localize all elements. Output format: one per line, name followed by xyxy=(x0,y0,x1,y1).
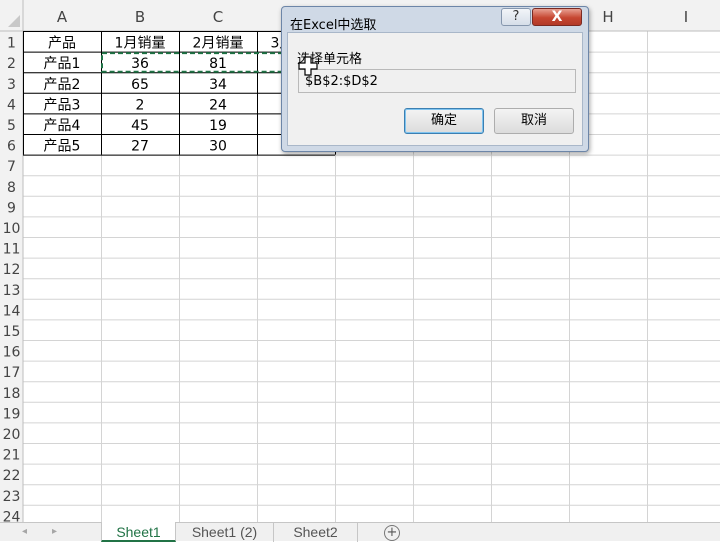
row-header-2[interactable]: 2 xyxy=(7,56,16,72)
row-header-22[interactable]: 22 xyxy=(3,468,21,484)
column-header-h[interactable]: H xyxy=(602,8,613,26)
row-header-19[interactable]: 19 xyxy=(3,406,21,422)
row-header-15[interactable]: 15 xyxy=(3,324,21,340)
dialog-title: 在Excel中选取 xyxy=(290,18,377,33)
table-cell[interactable]: 产品3 xyxy=(44,97,81,113)
header-cell[interactable]: 2月销量 xyxy=(193,36,244,52)
row-header-20[interactable]: 20 xyxy=(3,427,21,443)
close-button[interactable]: X xyxy=(532,8,582,26)
scroll-right-icon[interactable]: ▸ xyxy=(52,526,57,537)
row-header-17[interactable]: 17 xyxy=(3,365,21,381)
sheet-tab-bar: ◂ ▸ Sheet1 Sheet1 (2) Sheet2 + xyxy=(0,522,720,542)
table-cell[interactable]: 产品5 xyxy=(44,139,81,155)
row-header-11[interactable]: 11 xyxy=(3,242,21,258)
add-sheet-button[interactable]: + xyxy=(384,525,400,541)
row-header-6[interactable]: 6 xyxy=(7,139,16,155)
table-cell[interactable]: 81 xyxy=(209,56,227,72)
table-cell[interactable]: 产品1 xyxy=(44,56,81,72)
column-header-i[interactable]: I xyxy=(684,8,688,26)
row-header-10[interactable]: 10 xyxy=(3,221,21,237)
row-header-7[interactable]: 7 xyxy=(7,159,16,175)
table-cell[interactable]: 30 xyxy=(209,139,227,155)
ok-button[interactable]: 确定 xyxy=(404,108,484,134)
row-header-1[interactable]: 1 xyxy=(7,36,16,52)
table-cell[interactable]: 34 xyxy=(209,77,227,93)
header-cell[interactable]: 1月销量 xyxy=(115,36,166,52)
column-header-b[interactable]: B xyxy=(135,8,145,26)
row-header-16[interactable]: 16 xyxy=(3,345,21,361)
row-header-14[interactable]: 14 xyxy=(3,303,21,319)
row-header-8[interactable]: 8 xyxy=(7,180,16,196)
row-header-3[interactable]: 3 xyxy=(7,77,16,93)
tab-sheet1-2[interactable]: Sheet1 (2) xyxy=(176,522,274,542)
range-reference-input[interactable]: $B$2:$D$2 xyxy=(298,69,576,93)
table-cell[interactable]: 24 xyxy=(209,97,227,113)
row-header-18[interactable]: 18 xyxy=(3,386,21,402)
dialog-body: 选择单元格 $B$2:$D$2 确定 取消 xyxy=(287,32,583,146)
table-cell[interactable]: 45 xyxy=(131,118,149,134)
row-header-23[interactable]: 23 xyxy=(3,489,21,505)
select-range-dialog: 在Excel中选取 ? X 选择单元格 $B$2:$D$2 确定 取消 xyxy=(281,6,589,152)
tab-sheet2[interactable]: Sheet2 xyxy=(274,522,358,542)
row-header-5[interactable]: 5 xyxy=(7,118,16,134)
row-header-24[interactable]: 24 xyxy=(3,509,21,522)
table-cell[interactable]: 36 xyxy=(131,56,149,72)
table-cell[interactable]: 19 xyxy=(209,118,227,134)
table-cell[interactable]: 27 xyxy=(131,139,149,155)
cancel-button[interactable]: 取消 xyxy=(494,108,574,134)
row-header-21[interactable]: 21 xyxy=(3,448,21,464)
tab-sheet1[interactable]: Sheet1 xyxy=(101,522,176,542)
help-button[interactable]: ? xyxy=(501,8,531,26)
row-header-13[interactable]: 13 xyxy=(3,283,21,299)
row-header-9[interactable]: 9 xyxy=(7,200,16,216)
scroll-left-icon[interactable]: ◂ xyxy=(22,526,27,537)
table-cell[interactable]: 产品4 xyxy=(44,118,81,134)
table-cell[interactable]: 产品2 xyxy=(44,77,81,93)
header-cell[interactable]: 产品 xyxy=(48,36,76,52)
column-header-a[interactable]: A xyxy=(57,8,68,26)
row-header-4[interactable]: 4 xyxy=(7,97,16,113)
cell-select-cursor-icon xyxy=(298,56,318,76)
table-cell[interactable]: 2 xyxy=(136,97,145,113)
column-header-c[interactable]: C xyxy=(213,8,223,26)
table-cell[interactable]: 65 xyxy=(131,77,149,93)
row-header-12[interactable]: 12 xyxy=(3,262,21,278)
